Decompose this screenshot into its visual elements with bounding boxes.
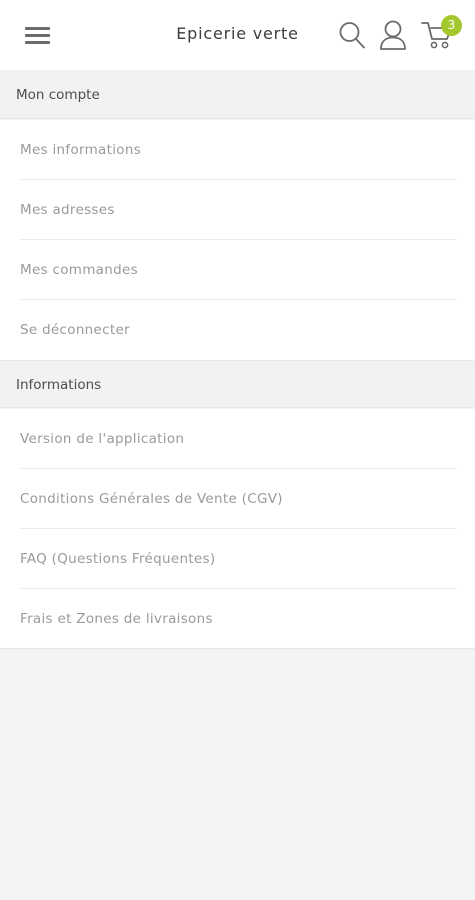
menu-item-se-deconnecter[interactable]: Se déconnecter bbox=[0, 300, 475, 360]
menu-item-version-application[interactable]: Version de l'application bbox=[0, 409, 475, 469]
informations-menu-list: Version de l'application Conditions Géné… bbox=[0, 409, 475, 649]
menu-item-mes-informations[interactable]: Mes informations bbox=[0, 120, 475, 180]
menu-item-faq[interactable]: FAQ (Questions Fréquentes) bbox=[0, 529, 475, 589]
cart-count-badge: 3 bbox=[441, 15, 462, 36]
user-icon[interactable] bbox=[379, 19, 407, 51]
menu-item-mes-adresses[interactable]: Mes adresses bbox=[0, 180, 475, 240]
search-icon[interactable] bbox=[338, 20, 366, 50]
menu-item-frais-zones-livraisons[interactable]: Frais et Zones de livraisons bbox=[0, 589, 475, 649]
menu-item-mes-commandes[interactable]: Mes commandes bbox=[0, 240, 475, 300]
section-header-informations: Informations bbox=[0, 360, 475, 408]
account-menu-list: Mes informations Mes adresses Mes comman… bbox=[0, 120, 475, 360]
section-header-mon-compte: Mon compte bbox=[0, 71, 475, 119]
menu-item-cgv[interactable]: Conditions Générales de Vente (CGV) bbox=[0, 469, 475, 529]
list-divider bbox=[0, 648, 475, 649]
app-header: Epicerie verte 3 bbox=[0, 0, 475, 70]
